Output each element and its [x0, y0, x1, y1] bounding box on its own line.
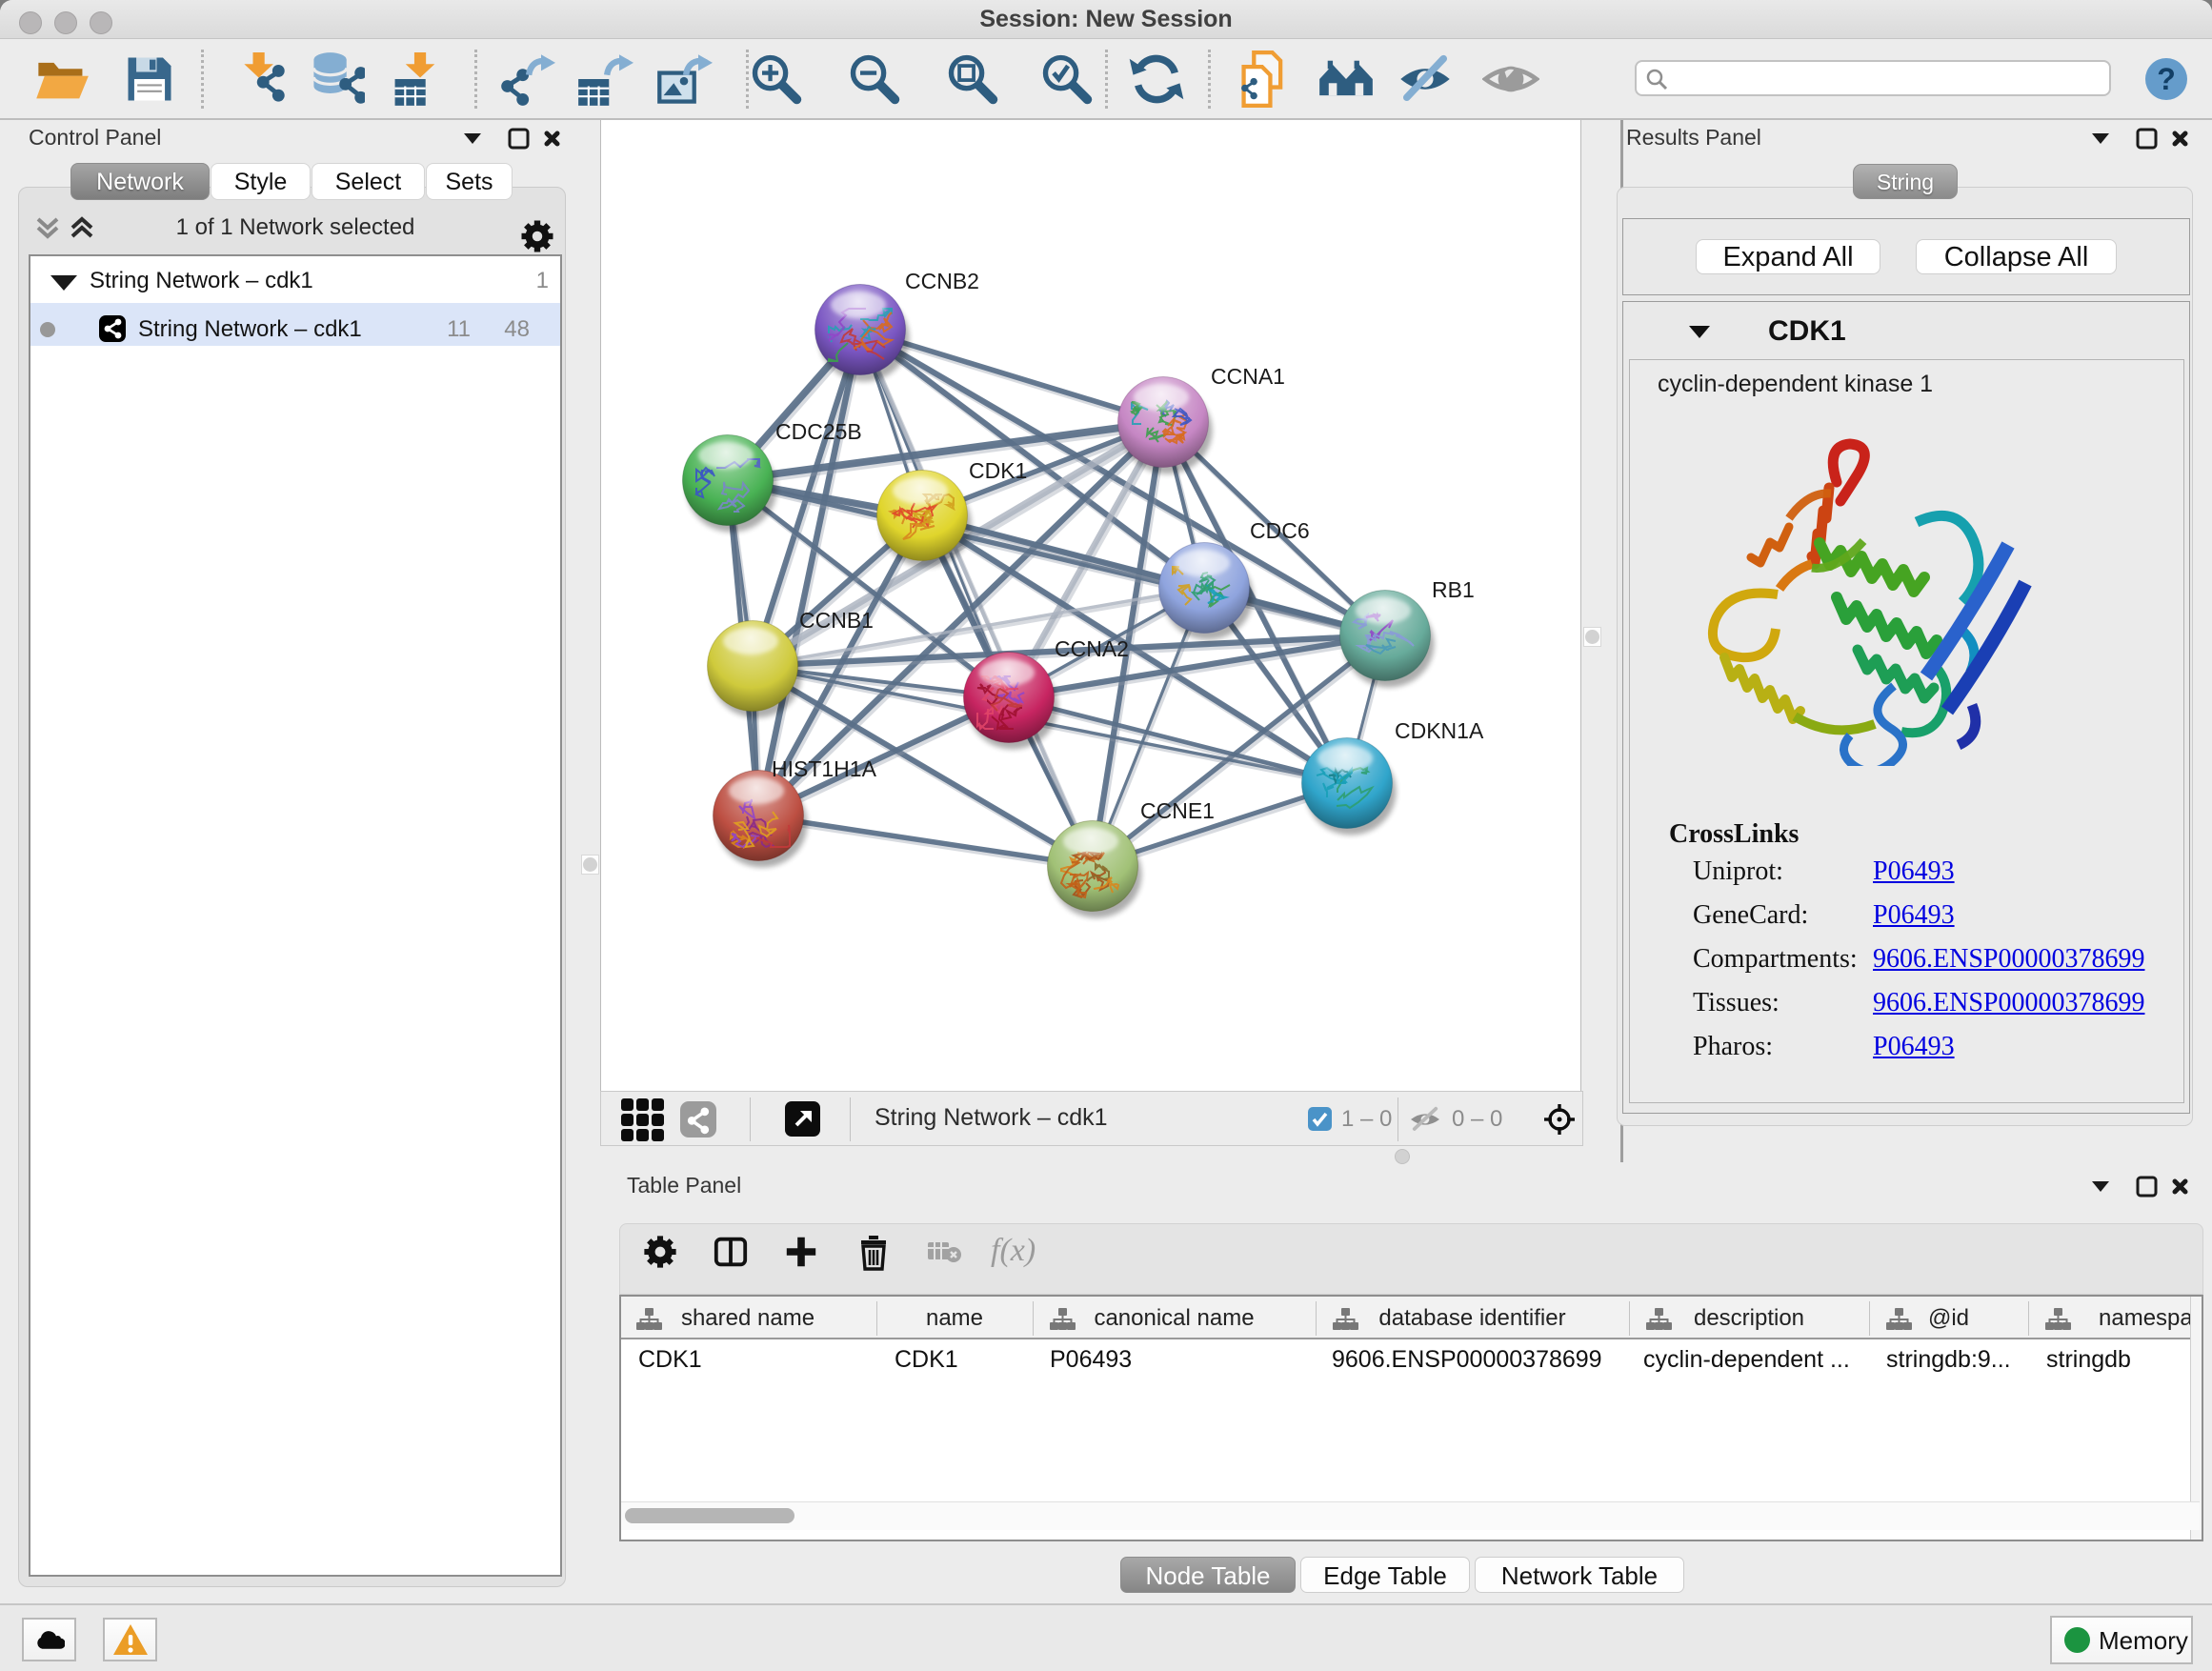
svg-text:CDC25B: CDC25B — [775, 419, 862, 444]
svg-text:CDK1: CDK1 — [969, 458, 1027, 483]
svg-text:CCNB2: CCNB2 — [905, 269, 979, 293]
svg-text:CCNA1: CCNA1 — [1211, 364, 1285, 389]
svg-text:CCNE1: CCNE1 — [1140, 798, 1215, 823]
svg-text:CDC6: CDC6 — [1250, 518, 1310, 543]
svg-text:CDKN1A: CDKN1A — [1395, 718, 1484, 743]
svg-text:HIST1H1A: HIST1H1A — [772, 756, 877, 781]
svg-text:CCNB1: CCNB1 — [799, 608, 874, 633]
svg-text:RB1: RB1 — [1432, 577, 1475, 602]
svg-text:CCNA2: CCNA2 — [1055, 636, 1129, 661]
